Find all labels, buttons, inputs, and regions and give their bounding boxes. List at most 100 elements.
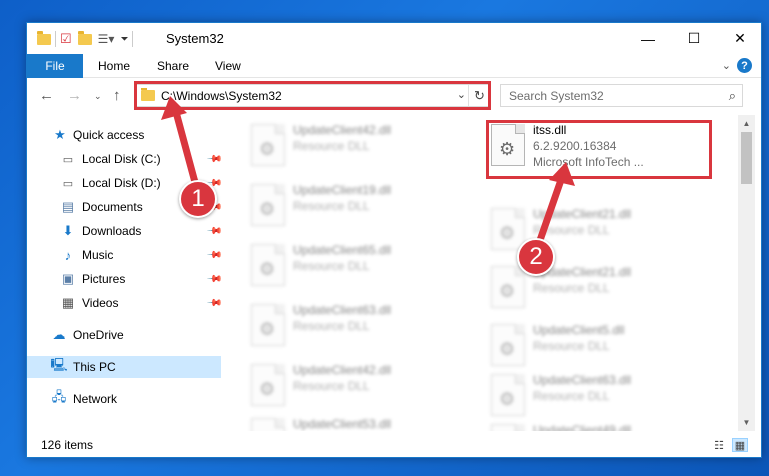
file-type: Resource DLL: [293, 139, 370, 153]
sidebar-item-local-disk-c[interactable]: ▭ Local Disk (C:) 📌: [27, 148, 223, 170]
minimize-button[interactable]: ―: [625, 23, 671, 54]
file-name: UpdateClient21.dll: [533, 207, 632, 221]
document-icon: ▤: [61, 199, 75, 214]
file-tile-itss-dll[interactable]: ⚙ itss.dll 6.2.9200.16384 Microsoft Info…: [485, 121, 715, 173]
details-view-icon[interactable]: ☷: [711, 438, 727, 452]
file-tile[interactable]: ⚙ UpdateClient42.dll Resource DLL: [245, 121, 475, 173]
address-path[interactable]: C:\Windows\System32: [161, 89, 282, 103]
dll-file-icon: ⚙: [251, 364, 285, 406]
file-tile[interactable]: ⚙ UpdateClient63.dll Resource DLL: [485, 371, 715, 423]
qa-dropdown-icon[interactable]: ⏷: [120, 34, 128, 45]
dll-file-icon: ⚙: [251, 244, 285, 286]
expand-ribbon-icon[interactable]: ⌄: [722, 59, 731, 72]
gear-icon: ⚙: [499, 339, 516, 359]
sidebar-item-videos[interactable]: ▦ Videos 📌: [27, 292, 223, 314]
file-type: Resource DLL: [293, 379, 370, 393]
scroll-up-icon[interactable]: ▲: [738, 115, 755, 132]
search-input[interactable]: [501, 85, 711, 106]
vertical-scrollbar[interactable]: ▲ ▼: [738, 115, 755, 431]
refresh-icon[interactable]: ↻: [468, 85, 490, 106]
gear-icon: ⚙: [259, 259, 276, 279]
gear-icon: ⚙: [259, 139, 276, 159]
network-icon: 🖧: [51, 389, 67, 404]
sidebar-item-label: Downloads: [82, 224, 142, 238]
forward-button[interactable]: →: [67, 87, 82, 104]
file-tile[interactable]: ⚙ UpdateClient53.dll Resource DLL: [245, 415, 475, 431]
search-icon[interactable]: ⌕: [729, 88, 736, 104]
dll-file-icon: ⚙: [491, 324, 525, 366]
sidebar-item-quick-access[interactable]: ★ Quick access: [27, 124, 221, 146]
up-button[interactable]: ↑: [113, 87, 121, 104]
gear-icon: ⚙: [259, 199, 276, 219]
file-tile[interactable]: ⚙ UpdateClient5.dll Resource DLL: [485, 321, 715, 373]
tab-share[interactable]: Share: [157, 54, 189, 78]
sidebar-item-label: Local Disk (D:): [82, 176, 161, 190]
file-tile[interactable]: ⚙ UpdateClient63.dll Resource DLL: [245, 301, 475, 353]
sidebar-item-this-pc[interactable]: 🖳 This PC: [27, 356, 221, 378]
dll-file-icon: ⚙: [251, 304, 285, 346]
close-button[interactable]: ✕: [717, 23, 761, 54]
dll-file-icon: ⚙: [491, 374, 525, 416]
tab-home[interactable]: Home: [98, 54, 130, 78]
customize-qa-icon[interactable]: ☰▾: [98, 32, 115, 46]
quick-access-toolbar: ☑ ☰▾ ⏷: [37, 30, 137, 48]
gear-icon: ⚙: [499, 223, 516, 243]
file-tile[interactable]: ⚙ UpdateClient65.dll Resource DLL: [245, 241, 475, 293]
file-tile[interactable]: ⚙ UpdateClient42.dll Resource DLL: [245, 361, 475, 413]
help-icon[interactable]: ?: [737, 58, 752, 73]
tab-view[interactable]: View: [215, 54, 241, 78]
file-name: UpdateClient5.dll: [533, 323, 625, 337]
pin-icon: 📌: [205, 294, 223, 312]
dll-file-icon: ⚙: [491, 124, 525, 166]
chevron-down-icon[interactable]: ⌄: [457, 88, 466, 101]
sidebar-item-label: Pictures: [82, 272, 126, 286]
file-type: Resource DLL: [533, 339, 610, 353]
tiles-view-icon[interactable]: ▦: [732, 438, 748, 452]
divider: [55, 31, 56, 47]
scroll-down-icon[interactable]: ▼: [738, 414, 755, 431]
sidebar-item-pictures[interactable]: ▣ Pictures 📌: [27, 268, 223, 290]
sidebar-item-network[interactable]: 🖧 Network: [27, 388, 221, 410]
dll-file-icon: ⚙: [251, 418, 285, 431]
gear-icon: ⚙: [499, 139, 516, 159]
recent-locations-icon[interactable]: ⌄: [94, 91, 102, 102]
gear-icon: ⚙: [499, 389, 516, 409]
file-type: Resource DLL: [293, 199, 370, 213]
gear-icon: ⚙: [259, 319, 276, 339]
item-count: 126 items: [41, 438, 94, 452]
pin-icon: 📌: [205, 222, 223, 240]
sidebar-item-label: Videos: [82, 296, 119, 310]
sidebar-item-label: This PC: [73, 360, 116, 374]
computer-icon: 🖳: [50, 357, 68, 372]
tab-file[interactable]: File: [27, 54, 83, 78]
search-box[interactable]: ⌕: [500, 84, 743, 107]
address-bar[interactable]: C:\Windows\System32 ⌄ ↻: [134, 84, 491, 107]
file-tile[interactable]: ⚙ UpdateClient49.dll Resource DLL: [485, 421, 715, 431]
file-type: Resource DLL: [293, 319, 370, 333]
sidebar-item-downloads[interactable]: ⬇ Downloads 📌: [27, 220, 223, 242]
file-company: Microsoft InfoTech ...: [533, 155, 644, 169]
file-tile[interactable]: ⚙ UpdateClient19.dll Resource DLL: [245, 181, 475, 233]
file-name: UpdateClient63.dll: [293, 303, 392, 317]
navigation-bar: ← → ⌄ ↑ C:\Windows\System32 ⌄ ↻ ⌕: [27, 79, 761, 113]
sidebar-item-label: Documents: [82, 200, 143, 214]
new-folder-icon[interactable]: [77, 30, 92, 45]
file-name: UpdateClient63.dll: [533, 373, 632, 387]
file-name: UpdateClient49.dll: [533, 423, 632, 431]
maximize-button[interactable]: ☐: [671, 23, 717, 54]
file-tile[interactable]: ⚙ UpdateClient21.dll Resource DLL: [485, 263, 715, 315]
file-name: UpdateClient42.dll: [293, 123, 392, 137]
pin-icon: 📌: [205, 270, 223, 288]
scrollbar-thumb[interactable]: [741, 132, 752, 184]
sidebar-item-onedrive[interactable]: ☁ OneDrive: [27, 324, 221, 346]
file-type: Resource DLL: [533, 281, 610, 295]
properties-icon[interactable]: ☑: [60, 31, 72, 47]
file-version: 6.2.9200.16384: [533, 139, 617, 153]
pin-icon: 📌: [205, 150, 223, 168]
window-title: System32: [166, 31, 224, 46]
sidebar-item-music[interactable]: ♪ Music 📌: [27, 244, 223, 266]
navigation-pane: ★ Quick access ▭ Local Disk (C:) 📌 ▭ Loc…: [27, 115, 223, 431]
gear-icon: ⚙: [259, 379, 276, 399]
back-button[interactable]: ←: [39, 87, 54, 104]
step-2-badge: 2: [517, 238, 555, 276]
